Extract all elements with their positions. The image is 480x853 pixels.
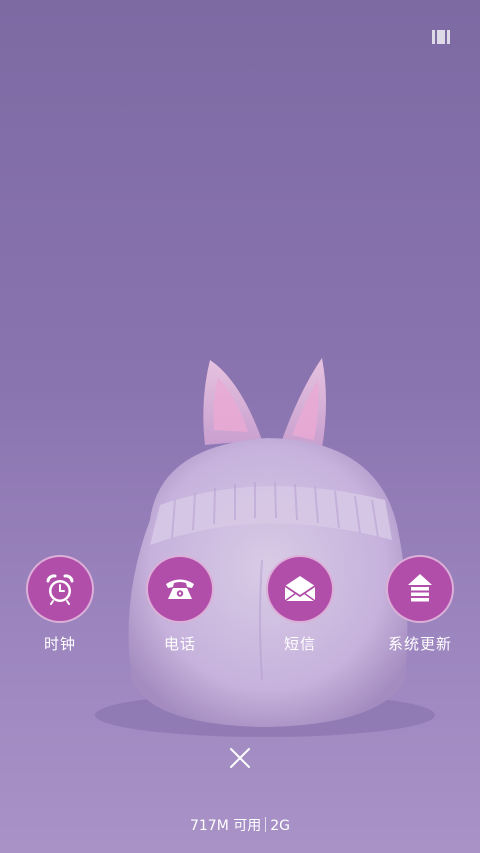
telephone-icon <box>146 555 214 623</box>
memory-status: 717M 可用 2G <box>0 815 480 835</box>
recent-apps-row: 时钟 电话 短信 系统更新 <box>0 555 480 665</box>
app-messages[interactable]: 短信 <box>245 555 355 654</box>
app-system-update-label: 系统更新 <box>387 635 452 653</box>
app-clock-label: 时钟 <box>43 635 76 653</box>
update-arrow-icon <box>386 555 454 623</box>
alarm-clock-icon <box>26 555 94 623</box>
app-phone[interactable]: 电话 <box>125 555 235 654</box>
wallpaper <box>95 358 435 737</box>
close-icon <box>230 748 250 768</box>
close-button[interactable] <box>226 744 254 772</box>
memory-total: 2G <box>270 818 291 834</box>
app-clock[interactable]: 时钟 <box>5 555 115 654</box>
screen-lock-icon[interactable] <box>432 30 450 44</box>
memory-available: 717M 可用 <box>189 818 262 834</box>
envelope-icon <box>266 555 334 623</box>
memory-divider <box>265 817 267 832</box>
app-messages-label: 短信 <box>283 635 316 653</box>
app-phone-label: 电话 <box>163 635 196 653</box>
app-system-update[interactable]: 系统更新 <box>365 555 475 654</box>
